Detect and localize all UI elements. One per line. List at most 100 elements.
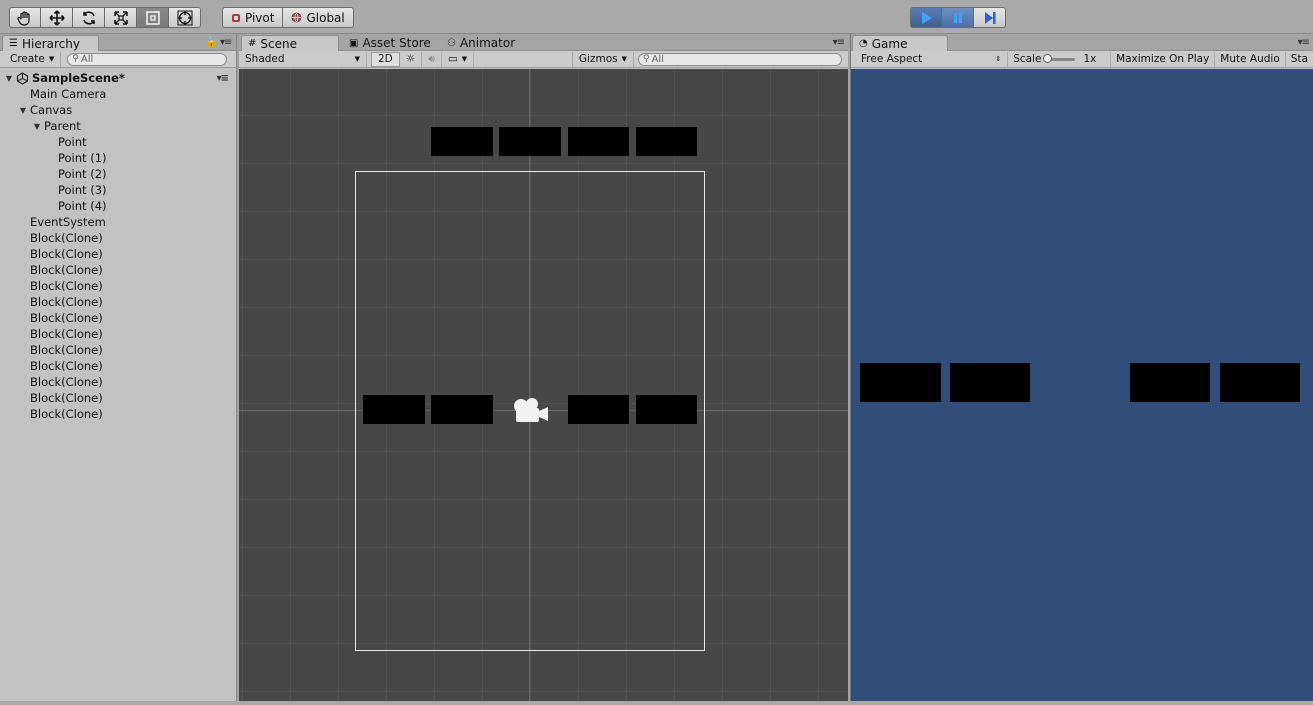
hand-tool-button[interactable] <box>9 7 41 28</box>
hierarchy-item[interactable]: Point (1) <box>0 150 236 166</box>
scale-slider-track[interactable] <box>1043 53 1076 63</box>
pivot-button[interactable]: Pivot <box>222 7 284 28</box>
hierarchy-item[interactable]: Block(Clone) <box>0 246 236 262</box>
scene-block[interactable] <box>568 127 629 156</box>
tab-animator-label: Animator <box>459 36 516 50</box>
status-strip <box>0 701 1313 705</box>
tab-scene[interactable]: # Scene <box>241 35 339 51</box>
hierarchy-item[interactable]: Block(Clone) <box>0 294 236 310</box>
global-button[interactable]: Global <box>283 7 354 28</box>
hierarchy-item-label: Block(Clone) <box>30 327 103 341</box>
hierarchy-item[interactable]: Block(Clone) <box>0 342 236 358</box>
hierarchy-item[interactable]: ▼ Canvas <box>0 102 236 118</box>
tab-hierarchy[interactable]: ☰ Hierarchy <box>2 35 99 51</box>
pivot-icon <box>232 13 240 22</box>
hierarchy-item-label: Block(Clone) <box>30 247 103 261</box>
game-toolbar: Free Aspect ⇕ Scale 1x Maximize On Play M… <box>851 51 1313 68</box>
maximize-label: Maximize On Play <box>1116 53 1210 65</box>
hand-icon <box>17 10 30 26</box>
game-tabbar: ◔ Game ▾≡ <box>851 34 1313 51</box>
global-label: Global <box>306 10 345 25</box>
toggle-2d-button[interactable]: 2D <box>371 51 400 67</box>
hierarchy-item-label: Block(Clone) <box>30 295 103 309</box>
search-icon: ⚲ <box>72 54 79 64</box>
tab-scene-label: Scene <box>260 36 297 51</box>
scene-block[interactable] <box>636 395 697 424</box>
panel-menu-icon[interactable]: ▾≡ <box>220 37 232 48</box>
scene-block[interactable] <box>636 127 697 156</box>
scale-slider-thumb[interactable] <box>1043 53 1053 63</box>
hierarchy-item[interactable]: Block(Clone) <box>0 358 236 374</box>
step-button[interactable] <box>974 7 1006 28</box>
hierarchy-search-input[interactable]: ⚲ All <box>67 52 228 66</box>
camera-gizmo-icon[interactable] <box>510 396 552 426</box>
scene-block[interactable] <box>431 127 493 156</box>
scene-block[interactable] <box>363 395 425 424</box>
play-button[interactable] <box>910 7 942 28</box>
hierarchy-item[interactable]: ▼ Parent <box>0 118 236 134</box>
game-viewport[interactable] <box>851 69 1313 701</box>
scene-block[interactable] <box>568 395 629 424</box>
hierarchy-item-label: Block(Clone) <box>30 343 103 357</box>
scene-root-row[interactable]: ▼ SampleScene* ▾≡ <box>0 70 236 86</box>
hierarchy-item-label: Block(Clone) <box>30 231 103 245</box>
aspect-dropdown[interactable]: Free Aspect ⇕ <box>851 51 1009 67</box>
expand-arrow-icon[interactable]: ▼ <box>4 74 14 83</box>
hierarchy-item[interactable]: Block(Clone) <box>0 262 236 278</box>
hierarchy-item[interactable]: Block(Clone) <box>0 390 236 406</box>
hierarchy-item[interactable]: EventSystem <box>0 214 236 230</box>
move-tool-button[interactable] <box>41 7 73 28</box>
scene-block[interactable] <box>431 395 493 424</box>
hierarchy-item[interactable]: Block(Clone) <box>0 278 236 294</box>
rotate-tool-button[interactable] <box>73 7 105 28</box>
gizmos-label: Gizmos <box>578 53 618 65</box>
panel-menu-icon[interactable]: ▾≡ <box>1298 37 1310 48</box>
game-block <box>860 363 941 402</box>
maximize-on-play-toggle[interactable]: Maximize On Play <box>1110 51 1214 67</box>
hierarchy-item[interactable]: Point (3) <box>0 182 236 198</box>
hierarchy-search-placeholder: All <box>80 53 94 65</box>
lighting-toggle[interactable]: ☼ <box>400 51 423 67</box>
scene-block[interactable] <box>499 127 561 156</box>
create-dropdown[interactable]: Create ▼ <box>0 51 62 67</box>
tab-asset-store[interactable]: ▣ Asset Store <box>343 35 437 51</box>
tab-asset-store-label: Asset Store <box>362 36 431 50</box>
expand-arrow-icon[interactable]: ▼ <box>18 106 28 115</box>
hierarchy-item[interactable]: Block(Clone) <box>0 310 236 326</box>
transform-tool-button[interactable] <box>169 7 201 28</box>
scene-search-input[interactable]: ⚲ All <box>638 52 842 66</box>
scale-slider[interactable]: Scale 1x <box>1008 52 1110 67</box>
image-icon: ▭ <box>447 53 458 65</box>
move-arrows-icon <box>48 9 65 26</box>
dropdown-arrow-icon: ▼ <box>621 55 627 63</box>
hierarchy-item[interactable]: Block(Clone) <box>0 326 236 342</box>
audio-toggle[interactable]: 🔊︎ <box>422 51 442 67</box>
hierarchy-item[interactable]: Main Camera <box>0 86 236 102</box>
scene-menu-icon[interactable]: ▾≡ <box>217 73 229 84</box>
hierarchy-item[interactable]: Point <box>0 134 236 150</box>
hierarchy-item[interactable]: Point (2) <box>0 166 236 182</box>
pause-button[interactable] <box>942 7 974 28</box>
shading-dropdown[interactable]: Shaded ▼ <box>239 51 367 67</box>
gizmos-dropdown[interactable]: Gizmos ▼ <box>571 51 634 67</box>
lock-icon[interactable]: 🔒 <box>205 37 217 48</box>
hierarchy-item[interactable]: Point (4) <box>0 198 236 214</box>
transform-tools <box>9 7 201 28</box>
panel-menu-icon[interactable]: ▾≡ <box>833 37 845 48</box>
hierarchy-item[interactable]: Block(Clone) <box>0 374 236 390</box>
hierarchy-item[interactable]: Block(Clone) <box>0 230 236 246</box>
mute-audio-toggle[interactable]: Mute Audio <box>1214 51 1284 67</box>
hierarchy-item[interactable]: Block(Clone) <box>0 406 236 422</box>
rect-tool-button[interactable] <box>137 7 169 28</box>
tab-animator[interactable]: ⚇ Animator <box>441 35 521 51</box>
stats-toggle[interactable]: Sta <box>1284 51 1313 67</box>
effects-dropdown[interactable]: ▭ ▼ <box>442 51 475 67</box>
scale-tool-button[interactable] <box>105 7 137 28</box>
hierarchy-item-label: Point (2) <box>58 167 107 181</box>
scene-viewport[interactable] <box>239 69 848 701</box>
rect-icon <box>145 10 160 25</box>
scene-search-placeholder: All <box>651 53 664 65</box>
game-block <box>1220 363 1300 402</box>
tab-game[interactable]: ◔ Game <box>852 35 948 51</box>
expand-arrow-icon[interactable]: ▼ <box>32 122 42 131</box>
